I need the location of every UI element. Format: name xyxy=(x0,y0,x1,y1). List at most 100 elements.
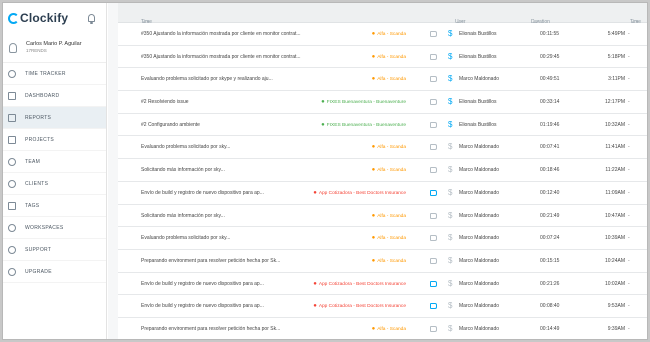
clockify-logo-icon[interactable] xyxy=(8,12,19,24)
tag-icon[interactable] xyxy=(430,53,437,60)
entry-project[interactable]: ● Alfa - Scanda xyxy=(372,159,406,182)
entry-duration: 00:29:45 xyxy=(540,53,560,60)
entry-start-time: 10:02AM xyxy=(604,280,625,287)
billable-dollar-icon[interactable]: $ xyxy=(448,91,452,113)
billable-dollar-icon[interactable]: $ xyxy=(448,159,452,181)
table-row[interactable]: Envío de build y registro de nuevo dispo… xyxy=(118,272,647,296)
entry-project[interactable]: ● Alfa - Scanda xyxy=(372,205,406,228)
time-separator: - xyxy=(628,303,630,310)
billable-dollar-icon[interactable]: $ xyxy=(448,182,452,204)
entry-project[interactable]: ● App Cotizadora - Best Doctors Insurance xyxy=(313,273,406,296)
table-row[interactable]: Evaluando problema solicitado por skype … xyxy=(118,68,647,92)
table-row[interactable]: Evaluando problema solicitado por sky...… xyxy=(118,136,647,160)
app-logo-text[interactable]: Clockify xyxy=(20,11,68,25)
sidebar-item-upgrade[interactable]: UPGRADE xyxy=(3,261,106,283)
entry-description[interactable]: Envío de build y registro de nuevo dispo… xyxy=(141,273,321,295)
billable-dollar-icon[interactable]: $ xyxy=(448,295,452,317)
entry-duration: 00:15:15 xyxy=(540,257,560,264)
sidebar-item-support[interactable]: SUPPORT xyxy=(3,239,106,261)
sidebar-item-projects[interactable]: PROJECTS xyxy=(3,129,106,151)
billable-dollar-icon[interactable]: $ xyxy=(448,136,452,158)
sidebar-item-tags[interactable]: TAGS xyxy=(3,195,106,217)
tag-icon[interactable] xyxy=(430,167,437,174)
tag-icon[interactable] xyxy=(430,212,437,219)
entry-project[interactable]: ● Alfa - Scanda xyxy=(372,250,406,273)
sidebar-item-dashboard[interactable]: DASHBOARD xyxy=(3,85,106,107)
entry-project[interactable]: ● Alfa - Scanda xyxy=(372,136,406,159)
billable-dollar-icon[interactable]: $ xyxy=(448,318,452,339)
sidebar-item-workspaces[interactable]: WORKSPACES xyxy=(3,217,106,239)
entry-project[interactable]: ● Alfa - Scanda xyxy=(372,68,406,91)
clients-icon xyxy=(8,179,16,188)
sidebar-item-reports[interactable]: REPORTS xyxy=(3,107,106,129)
billable-dollar-icon[interactable]: $ xyxy=(448,227,452,249)
entry-description[interactable]: Evaluando problema solicitado por sky... xyxy=(141,136,321,158)
table-row[interactable]: #2 Configurando ambiente ● FIXES Buenavent… xyxy=(118,113,647,137)
user-profile[interactable]: Carlos Mario P. Aguilar 17RENDS xyxy=(3,33,106,63)
entry-user: Marco Maldonado xyxy=(459,280,500,287)
support-icon xyxy=(8,245,16,254)
tag-icon[interactable] xyxy=(430,76,437,83)
table-row[interactable]: #350 Ajustando la información mostrada p… xyxy=(118,45,647,69)
entry-duration: 00:18:46 xyxy=(540,167,560,174)
tag-icon[interactable] xyxy=(430,325,437,332)
entry-description[interactable]: #350 Ajustando la información mostrada p… xyxy=(141,23,321,45)
table-row[interactable]: Evaluando problema solicitado por sky...… xyxy=(118,227,647,250)
bell-icon[interactable] xyxy=(88,14,96,24)
entry-description[interactable]: Evaluando problema solicitado por skype … xyxy=(141,68,321,90)
tag-icon[interactable] xyxy=(430,144,437,151)
sidebar-item-team[interactable]: TEAM xyxy=(3,151,106,173)
sidebar-item-label: TAGS xyxy=(25,202,40,209)
table-row[interactable]: #350 Ajustando la información mostrada p… xyxy=(118,23,647,46)
sidebar-item-clients[interactable]: CLIENTS xyxy=(3,173,106,195)
billable-dollar-icon[interactable]: $ xyxy=(448,68,452,90)
time-separator: - xyxy=(628,189,630,196)
billable-dollar-icon[interactable]: $ xyxy=(448,23,452,45)
entry-project[interactable]: ● Alfa - Scanda xyxy=(372,227,406,250)
entry-description[interactable]: Envío de build y registro de nuevo dispo… xyxy=(141,182,321,204)
table-row[interactable]: Solicitando más información por sky... ● A… xyxy=(118,204,647,228)
tag-icon[interactable] xyxy=(430,303,437,310)
tag-icon[interactable] xyxy=(430,257,437,264)
table-row[interactable]: #2 Resolviendo issue ● FIXES Buenaventura … xyxy=(118,91,647,114)
entry-project[interactable]: ● FIXES Buenaventura - Buenaventure xyxy=(321,114,406,137)
sidebar-item-time-tracker[interactable]: TIME TRACKER xyxy=(3,63,106,85)
time-separator: - xyxy=(628,257,630,264)
tag-icon[interactable] xyxy=(430,121,437,128)
entry-description[interactable]: Solicitando más información por sky... xyxy=(141,159,321,181)
billable-dollar-icon[interactable]: $ xyxy=(448,273,452,295)
project-dot-icon: ● xyxy=(371,53,376,60)
entry-project[interactable]: ● Alfa - Scanda xyxy=(372,46,406,69)
table-row[interactable]: Envío de build y registro de nuevo dispo… xyxy=(118,181,647,205)
table-row[interactable]: Envío de build y registro de nuevo dispo… xyxy=(118,295,647,318)
entry-description[interactable]: #2 Resolviendo issue xyxy=(141,91,321,113)
entry-description[interactable]: #350 Ajustando la información mostrada p… xyxy=(141,46,321,68)
billable-dollar-icon[interactable]: $ xyxy=(448,205,452,227)
project-dot-icon: ● xyxy=(371,212,376,219)
tag-icon[interactable] xyxy=(430,235,437,242)
table-row[interactable]: Solicitando más información por sky... ● A… xyxy=(118,159,647,182)
entry-description[interactable]: Solicitando más información por sky... xyxy=(141,205,321,227)
tag-icon[interactable] xyxy=(430,280,437,287)
tag-icon[interactable] xyxy=(430,189,437,196)
entry-end-time: 10:39AM xyxy=(633,250,647,272)
table-row[interactable]: Preparando environment para resolver pet… xyxy=(118,249,647,273)
entry-project[interactable]: ● Alfa - Scanda xyxy=(372,23,406,46)
entry-description[interactable]: Preparando environment para resolver pet… xyxy=(141,318,321,339)
entry-description[interactable]: Preparando environment para resolver pet… xyxy=(141,250,321,272)
entry-project[interactable]: ● Alfa - Scanda xyxy=(372,318,406,339)
billable-dollar-icon[interactable]: $ xyxy=(448,46,452,68)
project-dot-icon: ● xyxy=(313,280,317,287)
entry-project[interactable]: ● FIXES Buenaventura - Buenaventure xyxy=(321,91,406,114)
entry-description[interactable]: Envío de build y registro de nuevo dispo… xyxy=(141,295,321,317)
tag-icon[interactable] xyxy=(430,99,437,106)
table-row[interactable]: Preparando environment para resolver pet… xyxy=(118,317,647,339)
entry-project[interactable]: ● App Cotizadora - Best Doctors Insurance xyxy=(313,182,406,205)
entry-description[interactable]: Evaluando problema solicitado por sky... xyxy=(141,227,321,249)
tag-icon[interactable] xyxy=(430,31,437,37)
entry-description[interactable]: #2 Configurando ambiente xyxy=(141,114,321,136)
billable-dollar-icon[interactable]: $ xyxy=(448,250,452,272)
entry-duration: 01:19:46 xyxy=(540,121,560,128)
billable-dollar-icon[interactable]: $ xyxy=(448,114,452,136)
entry-project[interactable]: ● App Cotizadora - Best Doctors Insurance xyxy=(313,295,406,318)
